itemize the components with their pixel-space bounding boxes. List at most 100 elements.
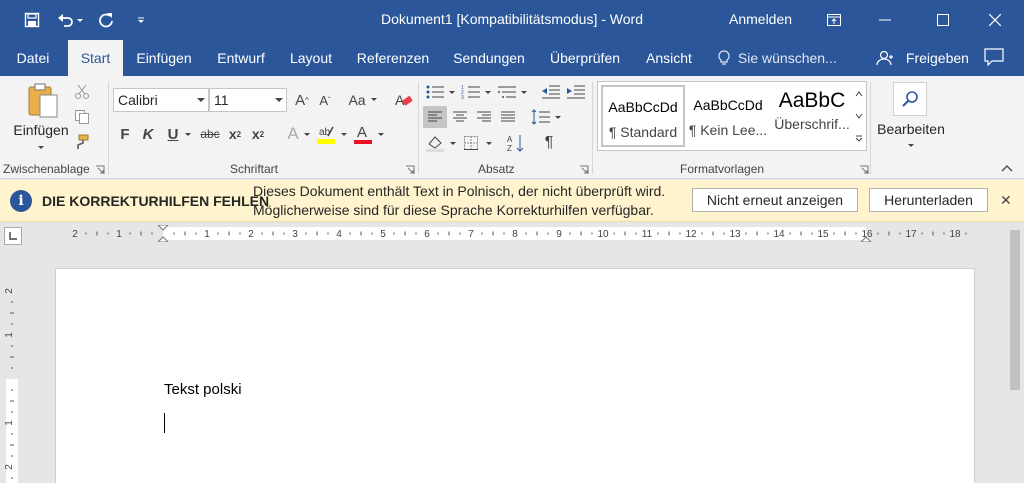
share-button[interactable]: Freigeben xyxy=(876,40,969,76)
document-page[interactable]: Tekst polski xyxy=(55,268,975,483)
styles-more-icon[interactable] xyxy=(852,128,866,148)
style-name: ¶ Kein Lee... xyxy=(688,122,768,138)
increase-indent-icon[interactable] xyxy=(565,82,587,102)
tab-ueberpruefen[interactable]: Überprüfen xyxy=(542,40,628,76)
message-close-icon[interactable]: ✕ xyxy=(1000,192,1012,209)
bullets-dropdown-icon[interactable] xyxy=(449,91,455,94)
maximize-icon[interactable] xyxy=(920,0,966,40)
styles-scroll-up-icon[interactable] xyxy=(852,84,866,104)
tab-selector[interactable] xyxy=(4,227,22,245)
customize-qat-icon[interactable] xyxy=(130,9,152,31)
align-center-icon[interactable] xyxy=(449,106,471,128)
collapse-ribbon-icon[interactable] xyxy=(1000,162,1014,174)
format-painter-icon[interactable] xyxy=(72,132,92,152)
italic-icon[interactable]: K xyxy=(140,124,156,144)
tab-sendungen[interactable]: Sendungen xyxy=(446,40,532,76)
tab-referenzen[interactable]: Referenzen xyxy=(350,40,436,76)
tab-ansicht[interactable]: Ansicht xyxy=(638,40,700,76)
tab-einfuegen[interactable]: Einfügen xyxy=(130,40,198,76)
line-spacing-icon[interactable] xyxy=(530,106,552,128)
cut-icon[interactable] xyxy=(72,82,92,102)
ribbon-display-options-icon[interactable] xyxy=(811,0,857,40)
style-heading1[interactable]: AaBbC Überschrif... xyxy=(770,85,854,147)
strikethrough-icon[interactable]: abc xyxy=(198,124,222,144)
shading-dropdown-icon[interactable] xyxy=(450,142,456,145)
vertical-scrollbar[interactable] xyxy=(1006,222,1024,483)
bullets-icon[interactable] xyxy=(424,82,446,102)
subscript-icon[interactable]: x2 xyxy=(226,124,244,144)
style-standard[interactable]: AaBbCcDd ¶ Standard xyxy=(601,85,685,147)
text-effects-icon[interactable]: A xyxy=(283,124,303,144)
clipboard-launcher-icon[interactable] xyxy=(95,164,105,174)
shading-icon[interactable] xyxy=(424,132,446,154)
font-color-icon[interactable]: A xyxy=(352,122,374,146)
tab-datei[interactable]: Datei xyxy=(6,40,60,76)
horizontal-ruler[interactable]: 2 1 1 2 3 4 5 6 7 8 9 10 11 12 13 14 15 16 17 18 xyxy=(55,225,975,242)
numbering-dropdown-icon[interactable] xyxy=(485,91,491,94)
vertical-ruler[interactable]: 2 1 1 2 xyxy=(4,267,20,483)
editing-button[interactable]: Bearbeiten xyxy=(873,120,949,138)
underline-icon[interactable]: U xyxy=(165,124,181,144)
tell-me-box[interactable]: Sie wünschen... xyxy=(718,40,837,76)
text-cursor xyxy=(164,413,165,433)
paste-button[interactable]: Einfügen xyxy=(8,120,74,140)
multilevel-list-icon[interactable] xyxy=(496,82,518,102)
editing-dropdown-icon[interactable] xyxy=(908,144,914,147)
bold-icon[interactable]: F xyxy=(117,124,133,144)
undo-dropdown-icon[interactable] xyxy=(75,9,85,31)
change-case-dropdown-icon[interactable] xyxy=(371,98,377,101)
paste-icon[interactable] xyxy=(22,80,62,120)
justify-icon[interactable] xyxy=(497,106,519,128)
highlight-icon[interactable]: ab xyxy=(315,122,337,146)
comments-icon[interactable] xyxy=(984,48,1006,68)
clear-formatting-icon[interactable]: A xyxy=(392,88,416,112)
svg-text:A: A xyxy=(357,124,367,141)
font-color-dropdown-icon[interactable] xyxy=(378,133,384,136)
superscript-icon[interactable]: x2 xyxy=(249,124,267,144)
show-formatting-marks-icon[interactable]: ¶ xyxy=(539,132,559,154)
font-size-combo[interactable]: 11 xyxy=(209,88,287,112)
font-launcher-icon[interactable] xyxy=(405,164,415,174)
style-name: ¶ Standard xyxy=(608,124,678,140)
find-icon[interactable] xyxy=(893,82,927,116)
align-left-icon[interactable] xyxy=(423,106,447,128)
borders-dropdown-icon[interactable] xyxy=(486,142,492,145)
font-name-combo[interactable]: Calibri xyxy=(113,88,209,112)
font-name-dropdown-icon[interactable] xyxy=(197,98,205,102)
line-spacing-dropdown-icon[interactable] xyxy=(555,116,561,119)
grow-font-icon[interactable]: A ^ xyxy=(293,90,311,110)
style-sample: AaBbCcDd xyxy=(608,99,678,115)
text-effects-dropdown-icon[interactable] xyxy=(304,133,310,136)
close-icon[interactable] xyxy=(972,0,1018,40)
styles-launcher-icon[interactable] xyxy=(859,164,869,174)
undo-icon[interactable] xyxy=(55,9,77,31)
redo-icon[interactable] xyxy=(95,9,117,31)
document-text[interactable]: Tekst polski xyxy=(164,381,242,398)
style-no-spacing[interactable]: AaBbCcDd ¶ Kein Lee... xyxy=(686,85,770,147)
tab-start[interactable]: Start xyxy=(68,40,123,76)
numbering-icon[interactable]: 123 xyxy=(460,82,482,102)
styles-scroll-down-icon[interactable] xyxy=(852,106,866,126)
underline-dropdown-icon[interactable] xyxy=(185,133,191,136)
borders-icon[interactable] xyxy=(460,132,482,154)
font-size-dropdown-icon[interactable] xyxy=(275,98,283,102)
paragraph-launcher-icon[interactable] xyxy=(579,164,589,174)
scrollbar-thumb[interactable] xyxy=(1010,230,1020,390)
align-right-icon[interactable] xyxy=(473,106,495,128)
paste-dropdown-icon[interactable] xyxy=(38,146,44,149)
dont-show-again-button[interactable]: Nicht erneut anzeigen xyxy=(692,188,858,212)
sort-icon[interactable]: AZ xyxy=(505,132,527,154)
highlight-dropdown-icon[interactable] xyxy=(341,133,347,136)
signin-link[interactable]: Anmelden xyxy=(729,11,792,27)
multilevel-dropdown-icon[interactable] xyxy=(521,91,527,94)
shrink-font-icon[interactable]: Aˇ xyxy=(316,90,334,110)
decrease-indent-icon[interactable] xyxy=(540,82,562,102)
tab-entwurf[interactable]: Entwurf xyxy=(208,40,274,76)
copy-icon[interactable] xyxy=(72,107,92,127)
ruler-label: 3 xyxy=(292,229,298,240)
download-button[interactable]: Herunterladen xyxy=(869,188,988,212)
save-icon[interactable] xyxy=(21,9,43,31)
change-case-button[interactable]: Aa xyxy=(346,90,368,110)
tab-layout[interactable]: Layout xyxy=(282,40,340,76)
minimize-icon[interactable] xyxy=(862,0,908,40)
